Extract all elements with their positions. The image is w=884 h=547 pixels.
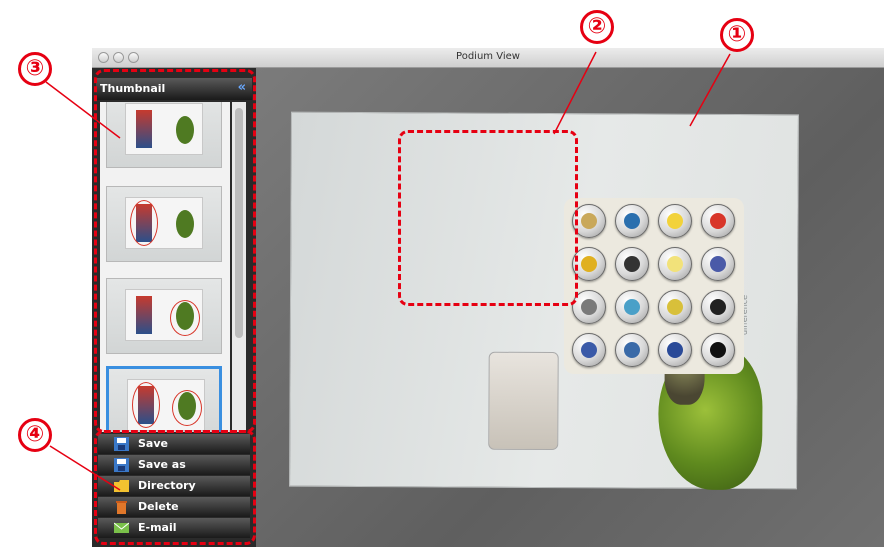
actions-highlight	[94, 430, 256, 545]
settings-panel-button[interactable]	[701, 247, 735, 281]
thumbnail-highlight	[94, 69, 256, 433]
callout-2: ②	[580, 10, 614, 44]
callout-1: ①	[720, 18, 754, 52]
photo-strip-image	[488, 351, 559, 451]
timer-button[interactable]	[658, 333, 692, 367]
callout-4: ④	[18, 418, 52, 452]
gear-icon[interactable]	[615, 290, 649, 324]
document-camera-button[interactable]	[615, 247, 649, 281]
camera-device-button[interactable]	[615, 204, 649, 238]
ocr-button[interactable]	[658, 290, 692, 324]
title-bar: Podium View	[92, 48, 884, 68]
toolpanel-highlight	[398, 130, 578, 306]
power-button[interactable]	[701, 204, 735, 238]
brightness-button[interactable]	[658, 247, 692, 281]
tool-panel	[564, 198, 744, 374]
stop-button[interactable]	[701, 333, 735, 367]
rotate-button[interactable]	[615, 333, 649, 367]
fullscreen-button[interactable]	[701, 290, 735, 324]
callout-3: ③	[18, 52, 52, 86]
capture-button[interactable]	[572, 333, 606, 367]
lamp-button[interactable]	[658, 204, 692, 238]
window-title: Podium View	[456, 51, 520, 62]
